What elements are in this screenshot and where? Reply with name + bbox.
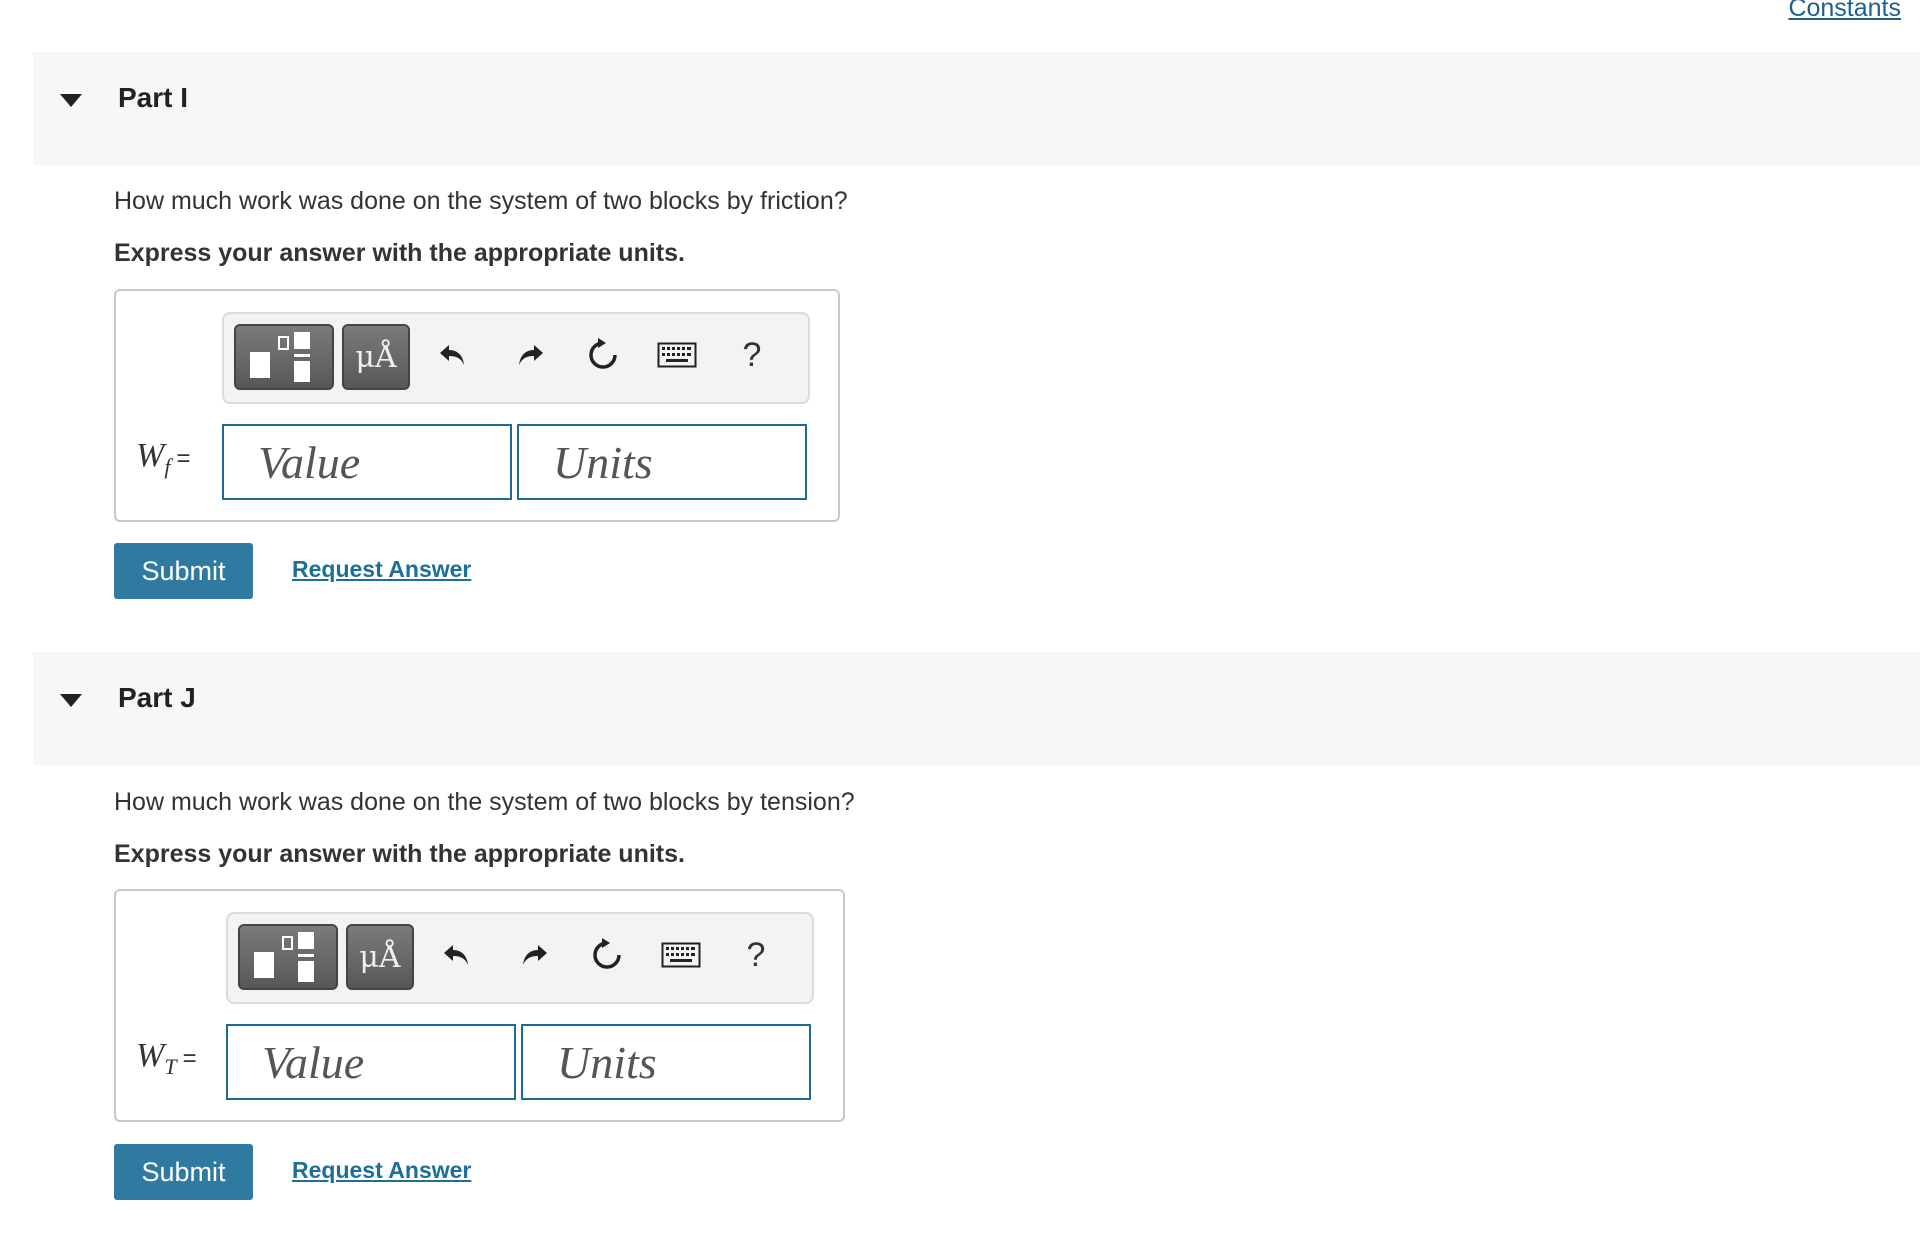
constants-link[interactable]: Constants [1788, 0, 1901, 23]
variable-label: Wf = [136, 437, 190, 480]
caret-down-icon[interactable] [60, 94, 82, 107]
equals-sign: = [182, 1045, 197, 1072]
submit-button[interactable]: Submit [114, 543, 253, 599]
keyboard-icon[interactable] [654, 332, 700, 378]
template-fraction-bar [298, 954, 314, 957]
caret-down-icon[interactable] [60, 694, 82, 707]
units-input[interactable] [517, 424, 807, 500]
answer-box: μÅ ? Wf = [114, 289, 840, 522]
help-icon[interactable]: ? [733, 932, 779, 978]
undo-icon[interactable] [434, 932, 480, 978]
math-toolbar: μÅ ? [222, 312, 810, 404]
symbols-button[interactable]: μÅ [346, 924, 414, 990]
reset-icon[interactable] [580, 332, 626, 378]
keyboard-icon[interactable] [658, 932, 704, 978]
help-icon[interactable]: ? [729, 332, 775, 378]
template-box-outline [278, 336, 289, 350]
undo-icon[interactable] [430, 332, 476, 378]
redo-icon[interactable] [511, 932, 557, 978]
templates-icon [254, 952, 274, 978]
template-box-bottom [298, 961, 314, 982]
submit-button[interactable]: Submit [114, 1144, 253, 1200]
instruction-text: Express your answer with the appropriate… [114, 239, 685, 267]
template-box-bottom [294, 361, 310, 382]
variable-subscript: f [164, 453, 171, 479]
math-toolbar: μÅ ? [226, 912, 814, 1004]
part-title: Part J [118, 682, 196, 713]
symbols-button[interactable]: μÅ [342, 324, 410, 390]
value-input[interactable] [222, 424, 512, 500]
template-box-top [294, 332, 310, 349]
request-answer-link[interactable]: Request Answer [292, 1157, 471, 1184]
templates-button[interactable] [234, 324, 334, 390]
variable-label: WT = [136, 1037, 197, 1080]
part-j-header[interactable]: Part J [33, 652, 1920, 765]
variable-base: W [136, 437, 165, 474]
instruction-text: Express your answer with the appropriate… [114, 840, 685, 868]
reset-icon[interactable] [584, 932, 630, 978]
request-answer-link[interactable]: Request Answer [292, 556, 471, 583]
question-text: How much work was done on the system of … [114, 788, 855, 816]
answer-box: μÅ ? WT = [114, 889, 845, 1122]
variable-subscript: T [164, 1053, 177, 1079]
templates-icon [250, 352, 270, 378]
value-input[interactable] [226, 1024, 516, 1100]
units-input[interactable] [521, 1024, 811, 1100]
templates-button[interactable] [238, 924, 338, 990]
template-box-top [298, 932, 314, 949]
template-fraction-bar [294, 354, 310, 357]
variable-base: W [136, 1037, 165, 1074]
template-box-outline [282, 936, 293, 950]
question-text: How much work was done on the system of … [114, 187, 848, 215]
part-i-header[interactable]: Part I [33, 52, 1920, 165]
equals-sign: = [176, 445, 191, 472]
part-title: Part I [118, 82, 189, 113]
redo-icon[interactable] [507, 332, 553, 378]
